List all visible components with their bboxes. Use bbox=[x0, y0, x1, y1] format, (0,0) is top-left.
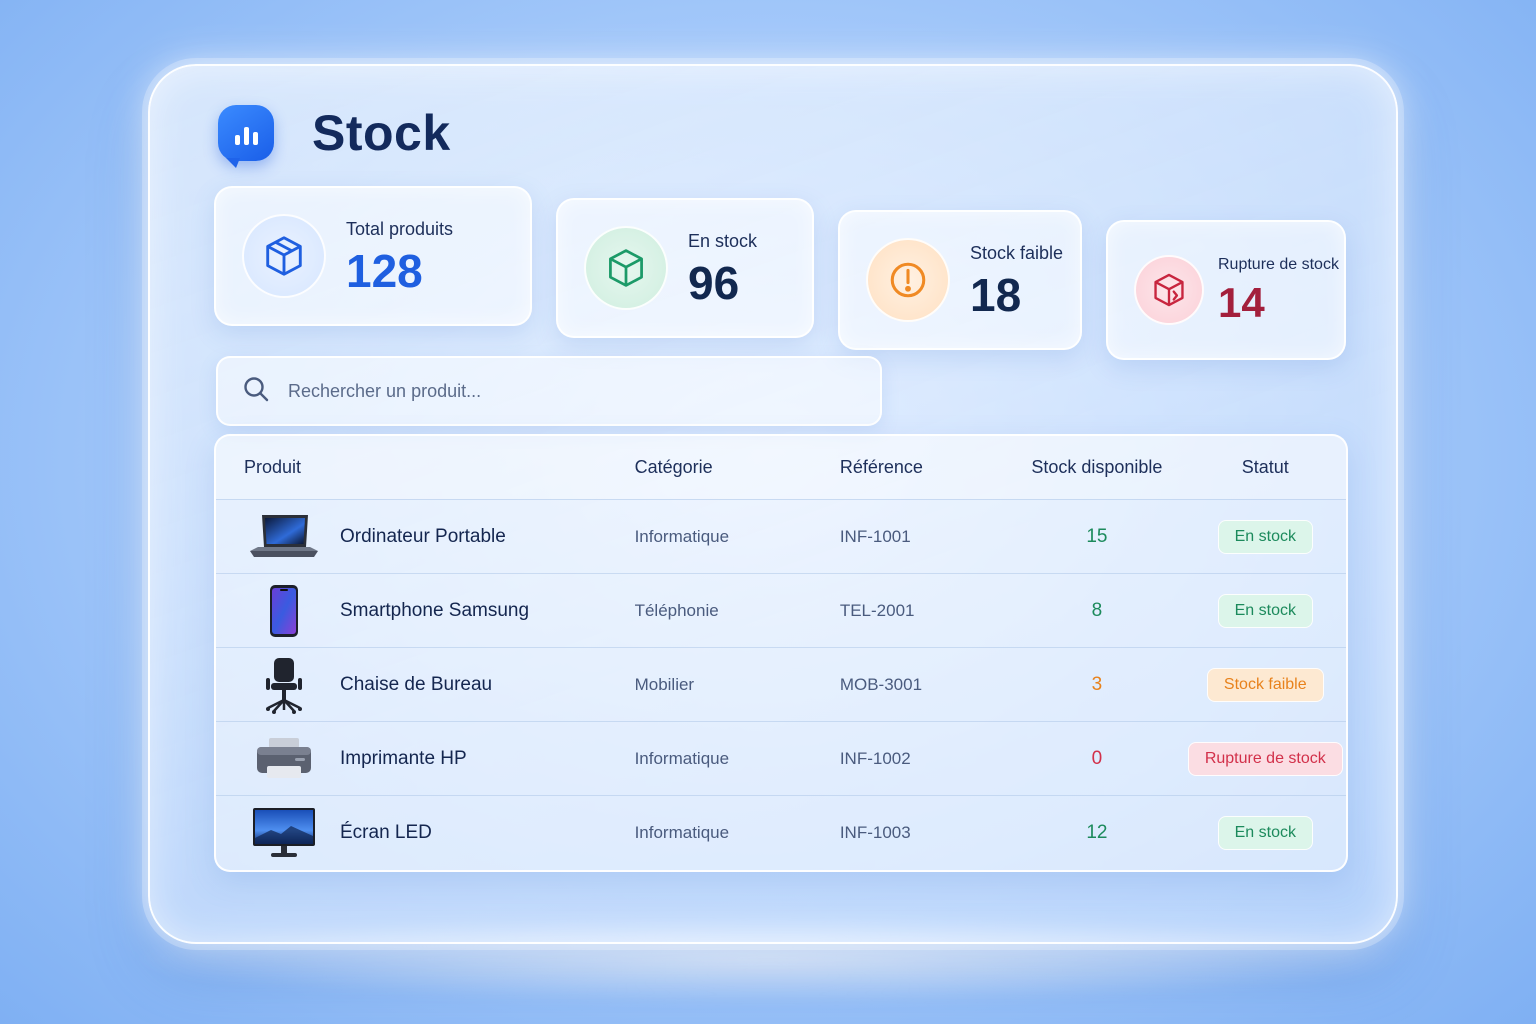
table-header: Produit Catégorie Référence Stock dispon… bbox=[216, 436, 1346, 500]
box-icon bbox=[584, 226, 668, 310]
office-chair-icon bbox=[244, 657, 324, 714]
stat-value: 96 bbox=[688, 256, 740, 309]
stat-value: 128 bbox=[346, 244, 423, 297]
stat-label: Rupture de stock bbox=[1218, 256, 1339, 273]
column-header-status[interactable]: Statut bbox=[1185, 457, 1346, 478]
table-row[interactable]: Smartphone Samsung Téléphonie TEL-2001 8… bbox=[216, 574, 1346, 648]
laptop-icon bbox=[244, 509, 324, 565]
monitor-icon bbox=[244, 805, 324, 861]
product-category: Mobilier bbox=[634, 674, 695, 694]
stock-quantity: 12 bbox=[1086, 822, 1108, 843]
search-icon bbox=[242, 375, 270, 408]
stat-value: 18 bbox=[970, 268, 1022, 321]
broken-box-icon bbox=[1134, 255, 1204, 325]
column-header-stock[interactable]: Stock disponible bbox=[1009, 457, 1184, 478]
product-reference: INF-1002 bbox=[839, 748, 911, 768]
search-bar[interactable] bbox=[216, 356, 882, 426]
search-input[interactable] bbox=[288, 380, 848, 402]
stat-card-low-stock[interactable]: Stock faible 18 bbox=[838, 210, 1082, 350]
product-category: Téléphonie bbox=[634, 600, 719, 620]
product-reference: TEL-2001 bbox=[839, 600, 915, 620]
product-category: Informatique bbox=[634, 823, 730, 842]
stat-label: En stock bbox=[688, 230, 758, 251]
table-row[interactable]: Écran LED Informatique INF-1003 12 En st… bbox=[216, 796, 1346, 870]
product-reference: INF-1003 bbox=[839, 823, 911, 842]
column-header-reference[interactable]: Référence bbox=[840, 457, 1009, 478]
stock-quantity: 8 bbox=[1091, 599, 1103, 621]
stat-card-in-stock[interactable]: En stock 96 bbox=[556, 198, 814, 338]
stock-quantity: 3 bbox=[1091, 673, 1103, 695]
product-name: Smartphone Samsung bbox=[340, 599, 530, 621]
app-header: Stock bbox=[218, 104, 451, 168]
printer-icon bbox=[244, 731, 324, 787]
product-category: Informatique bbox=[634, 748, 730, 768]
page-title: Stock bbox=[312, 105, 451, 161]
smartphone-icon bbox=[244, 583, 324, 639]
product-name: Écran LED bbox=[340, 822, 432, 843]
status-badge: En stock bbox=[1217, 593, 1313, 628]
chart-logo-icon bbox=[218, 105, 274, 168]
status-badge: En stock bbox=[1217, 816, 1313, 850]
cube-icon bbox=[242, 214, 326, 298]
stat-card-out-of-stock[interactable]: Rupture de stock 14 bbox=[1106, 220, 1346, 360]
product-reference: INF-1001 bbox=[839, 526, 911, 546]
stat-value: 14 bbox=[1218, 279, 1265, 326]
stat-label: Total produits bbox=[346, 218, 454, 239]
stock-quantity: 0 bbox=[1091, 747, 1103, 769]
column-header-category[interactable]: Catégorie bbox=[635, 457, 840, 478]
table-row[interactable]: Imprimante HP Informatique INF-1002 0 Ru… bbox=[216, 722, 1346, 796]
status-badge: Stock faible bbox=[1206, 667, 1324, 702]
product-category: Informatique bbox=[634, 526, 730, 546]
status-badge: Rupture de stock bbox=[1187, 741, 1343, 776]
table-row[interactable]: Ordinateur Portable Informatique INF-100… bbox=[216, 500, 1346, 574]
product-reference: MOB-3001 bbox=[839, 674, 923, 694]
product-name: Chaise de Bureau bbox=[340, 673, 493, 695]
warning-icon bbox=[866, 238, 950, 322]
column-header-product[interactable]: Produit bbox=[216, 457, 635, 478]
stock-quantity: 15 bbox=[1086, 525, 1108, 547]
stat-card-total[interactable]: Total produits 128 bbox=[214, 186, 532, 326]
product-name: Ordinateur Portable bbox=[340, 525, 506, 547]
status-badge: En stock bbox=[1217, 519, 1313, 554]
stat-label: Stock faible bbox=[970, 242, 1064, 263]
product-name: Imprimante HP bbox=[340, 747, 467, 769]
products-table: Produit Catégorie Référence Stock dispon… bbox=[214, 434, 1348, 872]
table-row[interactable]: Chaise de Bureau Mobilier MOB-3001 3 Sto… bbox=[216, 648, 1346, 722]
